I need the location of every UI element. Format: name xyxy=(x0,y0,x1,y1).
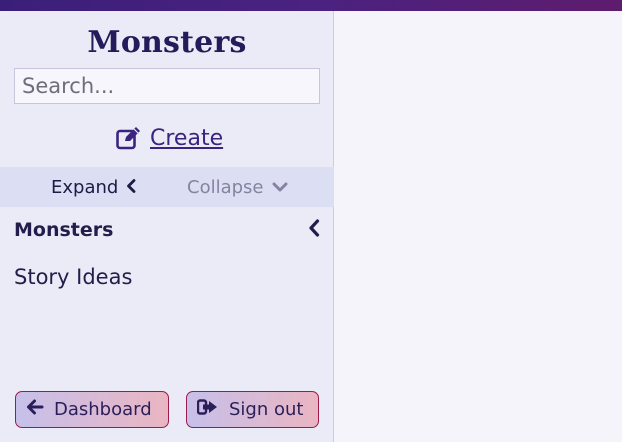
sign-out-icon xyxy=(196,399,219,420)
sign-out-label: Sign out xyxy=(229,399,304,420)
nav-item-label: Story Ideas xyxy=(14,265,133,289)
chevron-left-icon[interactable] xyxy=(308,218,320,242)
nav-item-label: Monsters xyxy=(14,219,114,241)
chevron-down-icon xyxy=(272,177,288,198)
sign-out-button[interactable]: Sign out xyxy=(186,391,319,428)
nav-item-monsters[interactable]: Monsters xyxy=(14,215,320,245)
chevron-left-icon xyxy=(126,177,136,198)
collapse-label: Collapse xyxy=(187,176,264,198)
expand-button[interactable]: Expand xyxy=(51,167,136,207)
dashboard-button[interactable]: Dashboard xyxy=(15,391,169,428)
app-title: Monsters xyxy=(87,25,247,60)
create-label: Create xyxy=(150,125,224,151)
expand-label: Expand xyxy=(51,176,119,198)
nav-item-story-ideas[interactable]: Story Ideas xyxy=(14,262,132,292)
collapse-button[interactable]: Collapse xyxy=(187,167,288,207)
sidebar: Monsters Create Expand Collapse xyxy=(0,11,334,442)
arrow-left-icon xyxy=(26,399,44,420)
top-accent-bar xyxy=(0,0,622,11)
main-content xyxy=(335,11,622,442)
edit-icon xyxy=(116,126,142,150)
create-button[interactable]: Create xyxy=(116,123,223,153)
search-input[interactable] xyxy=(14,68,320,104)
dashboard-label: Dashboard xyxy=(54,399,152,420)
tree-controls: Expand Collapse xyxy=(0,167,334,207)
